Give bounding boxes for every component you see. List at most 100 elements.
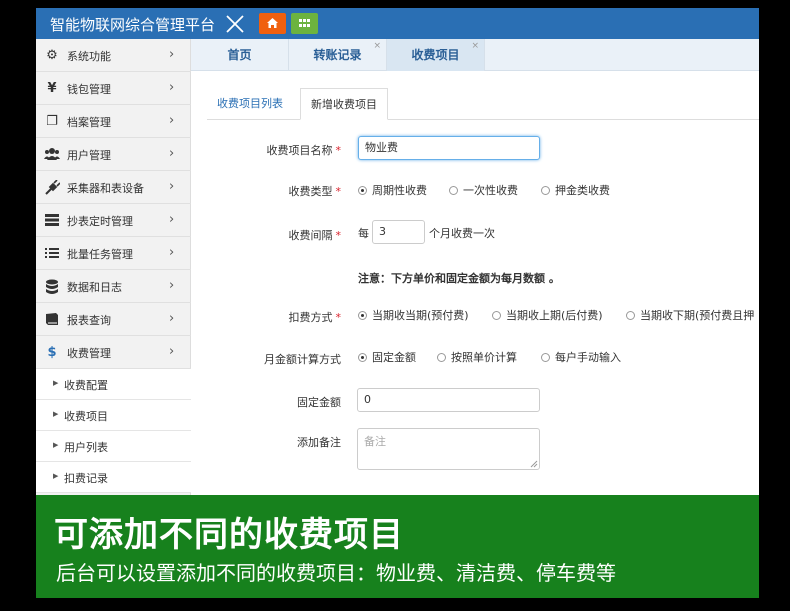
sidebar-item-batch-tasks[interactable]: 批量任务管理 › xyxy=(36,237,191,270)
radio-button[interactable] xyxy=(437,353,446,362)
top-bar: 智能物联网综合管理平台 xyxy=(36,8,759,39)
sidebar-item-data-logs[interactable]: 数据和日志 › xyxy=(36,270,191,303)
database-icon xyxy=(44,279,60,295)
chevron-right-icon: › xyxy=(169,179,175,194)
remark-textarea[interactable]: 备注 xyxy=(357,428,540,470)
chevron-right-icon: › xyxy=(169,113,175,128)
sidebar-item-users[interactable]: 用户管理 › xyxy=(36,138,191,171)
plug-icon xyxy=(44,179,61,196)
interval-input[interactable]: 3 xyxy=(372,220,425,244)
chevron-down-icon: › xyxy=(169,344,175,359)
sidebar-subitem-deduction-records[interactable]: ▶ 扣费记录 xyxy=(36,462,191,493)
radio-label: 固定金额 xyxy=(372,351,416,364)
type-radio-deposit[interactable]: 押金类收费 xyxy=(541,182,610,198)
calc-label: 月金额计算方式 xyxy=(264,353,341,366)
sidebar-item-collectors[interactable]: 采集器和表设备 › xyxy=(36,171,191,204)
radio-button[interactable] xyxy=(541,353,550,362)
radio-button[interactable] xyxy=(626,311,635,320)
banner-subtitle: 后台可以设置添加不同的收费项目：物业费、清洁费、停车费等 xyxy=(56,561,616,585)
subtab-bar: 收费项目列表 新增收费项目 xyxy=(207,88,759,120)
app-window: 智能物联网综合管理平台 ⚙ 系统功能 › ¥ 钱包管理 › ❐ 档案管理 › 用… xyxy=(36,8,759,598)
type-radio-onetime[interactable]: 一次性收费 xyxy=(449,182,518,198)
sidebar-item-reports[interactable]: 报表查询 › xyxy=(36,303,191,336)
sidebar-item-meter-schedule[interactable]: 抄表定时管理 › xyxy=(36,204,191,237)
sidebar-item-archives[interactable]: ❐ 档案管理 › xyxy=(36,105,191,138)
tab-close-icon[interactable]: × xyxy=(471,30,479,62)
banner-title: 可添加不同的收费项目 xyxy=(54,515,404,555)
sidebar-item-label: 档案管理 xyxy=(67,116,111,129)
radio-label: 周期性收费 xyxy=(372,184,427,197)
close-icon[interactable] xyxy=(224,13,246,35)
sidebar-item-billing[interactable]: $ 收费管理 › xyxy=(36,336,191,369)
home-button[interactable] xyxy=(259,13,286,34)
tab-bar: 首页 转账记录 × 收费项目 × xyxy=(191,39,759,71)
grid-button[interactable] xyxy=(291,13,318,34)
name-label: 收费项目名称 * xyxy=(191,142,342,158)
deduct-label: 扣费方式 * xyxy=(191,309,342,325)
calc-radio-manual[interactable]: 每户手动输入 xyxy=(541,349,621,365)
tab-label: 首页 xyxy=(227,48,252,62)
tab-label: 转账记录 xyxy=(313,48,362,62)
radio-label: 每户手动输入 xyxy=(555,351,621,364)
sidebar-subitem-billing-items[interactable]: ▶ 收费项目 xyxy=(36,400,191,431)
sidebar-item-label: 抄表定时管理 xyxy=(67,215,133,228)
sidebar-item-label: 用户管理 xyxy=(67,149,111,162)
calc-radio-fixed[interactable]: 固定金额 xyxy=(358,349,416,365)
fixed-amount-input[interactable]: 0 xyxy=(357,388,540,412)
sidebar-item-label: 报表查询 xyxy=(67,314,111,327)
resize-grip-icon[interactable] xyxy=(530,460,538,468)
grid-icon xyxy=(299,19,310,27)
label-text: 收费间隔 xyxy=(288,229,333,242)
radio-button[interactable] xyxy=(358,311,367,320)
label-text: 收费项目名称 xyxy=(266,144,333,157)
chevron-right-icon: › xyxy=(169,212,175,227)
radio-button[interactable] xyxy=(492,311,501,320)
sidebar-item-label: 数据和日志 xyxy=(67,281,122,294)
sidebar-subitem-label: 扣费记录 xyxy=(64,472,108,485)
subtab-item-list[interactable]: 收费项目列表 xyxy=(207,88,293,120)
amount-note: 注意：下方单价和固定金额为每月数额 。 xyxy=(358,272,560,285)
tab-home[interactable]: 首页 xyxy=(191,39,289,71)
sidebar-item-wallet[interactable]: ¥ 钱包管理 › xyxy=(36,72,191,105)
tab-transfer-records[interactable]: 转账记录 × xyxy=(289,39,387,71)
radio-button[interactable] xyxy=(358,353,367,362)
dollar-icon: $ xyxy=(47,345,57,360)
type-radio-periodic[interactable]: 周期性收费 xyxy=(358,182,427,198)
sidebar-item-label: 采集器和表设备 xyxy=(67,182,144,195)
calc-radio-unit-price[interactable]: 按照单价计算 xyxy=(437,349,517,365)
chevron-right-icon: › xyxy=(169,278,175,293)
type-label: 收费类型 * xyxy=(191,183,342,199)
radio-label: 当期收下期(预付费且押 xyxy=(640,309,755,322)
deduct-radio-next[interactable]: 当期收下期(预付费且押 xyxy=(626,307,754,323)
promo-banner: 可添加不同的收费项目 后台可以设置添加不同的收费项目：物业费、清洁费、停车费等 xyxy=(36,495,759,598)
radio-label: 一次性收费 xyxy=(463,184,518,197)
tab-billing-items[interactable]: 收费项目 × xyxy=(387,39,485,71)
sidebar-item-label: 钱包管理 xyxy=(67,83,111,96)
deduct-radio-previous[interactable]: 当期收上期(后付费) xyxy=(492,307,603,323)
sidebar-subitem-billing-config[interactable]: ▶ 收费配置 xyxy=(36,369,191,400)
required-mark: * xyxy=(335,229,342,242)
radio-button[interactable] xyxy=(358,186,367,195)
radio-button[interactable] xyxy=(541,186,550,195)
sidebar-subitem-label: 收费项目 xyxy=(64,410,108,423)
sidebar-item-system[interactable]: ⚙ 系统功能 › xyxy=(36,39,191,72)
sidebar-item-label: 收费管理 xyxy=(67,347,111,360)
server-icon xyxy=(44,213,60,229)
chevron-right-icon: › xyxy=(169,80,175,95)
required-mark: * xyxy=(335,144,342,157)
interval-prefix: 每 xyxy=(358,227,369,240)
deduct-radio-current[interactable]: 当期收当期(预付费) xyxy=(358,307,469,323)
radio-label: 按照单价计算 xyxy=(451,351,517,364)
sidebar-subitem-user-list[interactable]: ▶ 用户列表 xyxy=(36,431,191,462)
subtab-add-item[interactable]: 新增收费项目 xyxy=(300,88,388,120)
book-icon xyxy=(44,312,60,328)
radio-button[interactable] xyxy=(449,186,458,195)
yen-icon: ¥ xyxy=(47,81,57,96)
radio-label: 当期收当期(预付费) xyxy=(372,309,469,322)
tab-close-icon[interactable]: × xyxy=(373,30,381,62)
chevron-right-icon: › xyxy=(169,311,175,326)
list-icon xyxy=(44,246,60,262)
caret-right-icon: ▶ xyxy=(53,472,59,480)
item-name-input[interactable]: 物业费 xyxy=(358,136,540,160)
interval-label: 收费间隔 * xyxy=(191,227,342,243)
